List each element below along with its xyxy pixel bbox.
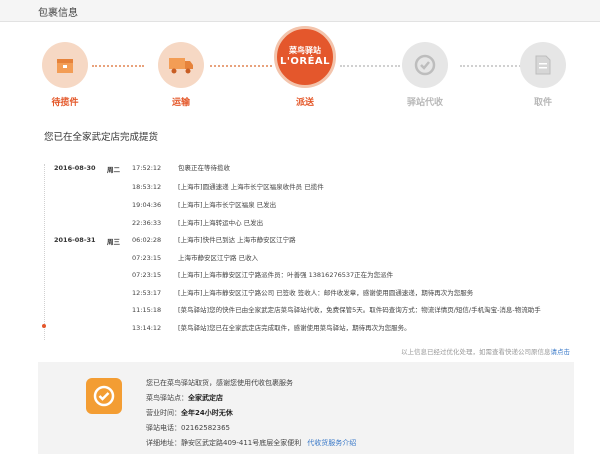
cainiao-station-icon (86, 378, 122, 414)
cainiao-loreal-logo: 菜鸟驿站 L'ORÉAL (274, 26, 336, 88)
tracking-weekday: 周三 (107, 238, 120, 246)
station-address-row: 详细地址：静安区武定路409-411号底层全家便利 代收货服务介绍 (146, 438, 356, 448)
tracking-date: 2016-08-30 (54, 164, 96, 172)
tracking-message: [菜鸟驿站]您的快件已由全家武定店菜鸟驿站代收，免费保管5天。取件码查询方式：物… (178, 306, 541, 314)
station-icon (402, 42, 448, 88)
tracking-weekday: 周二 (107, 166, 120, 174)
station-hours-row: 营业时间：全年24小时无休 (146, 408, 233, 418)
tracking-message: [上海市]上海转运中心 已发出 (178, 219, 264, 227)
tracking-time: 22:36:33 (132, 219, 162, 227)
tracking-time: 12:53:17 (132, 289, 162, 297)
tracking-time: 18:53:12 (132, 183, 162, 191)
step-label-pickup: 取件 (533, 98, 552, 108)
tracking-time: 07:23:15 (132, 271, 162, 279)
tracking-list: 2016-08-30 周二 17:52:12 包裹正在等待揽收 18:53:12… (38, 150, 576, 346)
tracking-message: 上海市静安区江宁路 已收入 (178, 254, 259, 262)
timeline-line (44, 164, 45, 340)
station-hours-label: 营业时间： (146, 409, 181, 417)
tracking-message: [上海市]上海市静安区江宁路派件员：叶善强 13816276537正在为您派件 (178, 271, 394, 279)
station-address-label: 详细地址： (146, 439, 181, 447)
tracking-time: 19:04:36 (132, 201, 162, 209)
tracking-date: 2016-08-31 (54, 236, 96, 244)
station-name-value: 全家武定店 (188, 394, 223, 402)
service-intro-link[interactable]: 代收货服务介绍 (307, 439, 356, 447)
tracking-time: 13:14:12 (132, 324, 162, 332)
tracking-message: [上海市]圆通速递 上海市长宁区福泉收件员 已揽件 (178, 183, 324, 191)
tracking-time: 06:02:28 (132, 236, 162, 244)
tracking-message: [上海市]快件已到达 上海市静安区江宁路 (178, 236, 296, 244)
delivery-status: 您已在全家武定店完成提货 (44, 132, 159, 143)
info-note-text: 以上信息已经过优化处理，如需查看快递公司原信息 (401, 348, 551, 356)
page-title: 包裹信息 (38, 8, 78, 19)
station-name-row: 菜鸟驿站点：全家武定店 (146, 393, 223, 403)
tracking-time: 17:52:12 (132, 164, 162, 172)
step-label-delivery: 派送 (295, 98, 314, 108)
shipment-progress: 待揽件 运输 菜鸟驿站 L'ORÉAL 派送 驿站代收 取件 (0, 22, 600, 118)
step-label-pending-pickup: 待揽件 (51, 98, 79, 108)
progress-connector (460, 65, 524, 67)
tracking-message: [上海市]上海市长宁区福泉 已发出 (178, 201, 277, 209)
station-panel: 您已在菜鸟驿站取货，感谢您使用代收包裹服务 菜鸟驿站点：全家武定店 营业时间：全… (38, 362, 574, 454)
view-original-link[interactable]: 请点击 (551, 348, 571, 356)
station-name-label: 菜鸟驿站点： (146, 394, 188, 402)
tracking-message: [上海市]上海市静安区江宁路公司 已签收 签收人：邮件收发章，感谢使用圆通速递，… (178, 289, 474, 297)
timeline-current-dot (42, 324, 46, 328)
progress-connector (92, 65, 144, 67)
page-header: 包裹信息 (0, 0, 600, 22)
tracking-time: 07:23:15 (132, 254, 162, 262)
info-note: 以上信息已经过优化处理，如需查看快递公司原信息请点击 (0, 346, 600, 360)
truck-icon (158, 42, 204, 88)
progress-connector (340, 65, 400, 67)
package-icon (42, 42, 88, 88)
station-phone-label: 驿站电话： (146, 424, 181, 432)
progress-connector (210, 65, 272, 67)
station-phone-row: 驿站电话：02162582365 (146, 423, 230, 433)
station-hours-value: 全年24小时无休 (181, 409, 233, 417)
cainiao-logo-text: 菜鸟驿站 (289, 46, 321, 55)
station-phone-value: 02162582365 (181, 424, 230, 432)
step-label-transport: 运输 (171, 98, 190, 108)
tracking-time: 11:15:18 (132, 306, 162, 314)
loreal-logo-text: L'ORÉAL (279, 56, 331, 67)
tracking-message: 包裹正在等待揽收 (178, 164, 230, 172)
pickup-icon (520, 42, 566, 88)
station-address-value: 静安区武定路409-411号底层全家便利 (181, 439, 302, 447)
step-label-station-collect: 驿站代收 (406, 98, 443, 108)
tracking-message: [菜鸟驿站]您已在全家武定店完成取件，感谢使用菜鸟驿站，期待再次为您服务。 (178, 324, 411, 332)
station-intro: 您已在菜鸟驿站取货，感谢您使用代收包裹服务 (146, 379, 293, 387)
